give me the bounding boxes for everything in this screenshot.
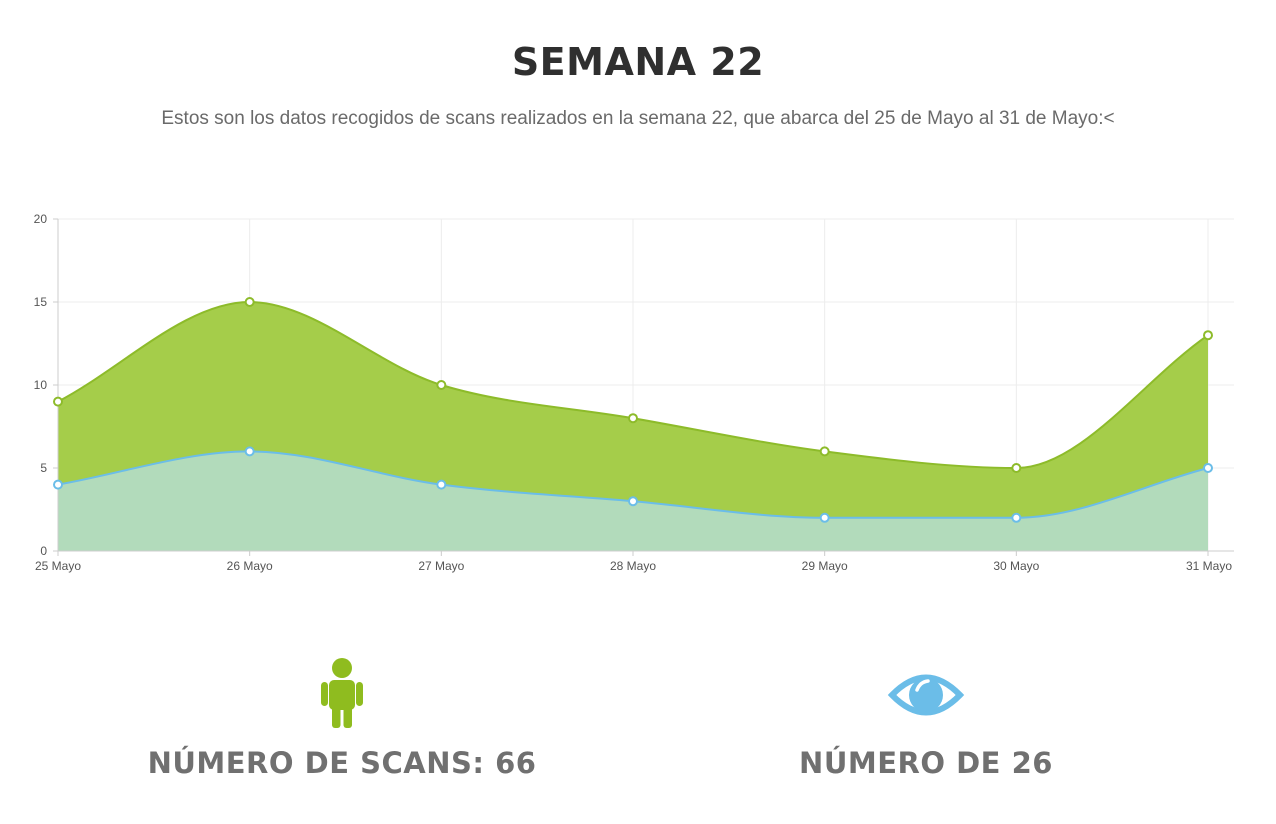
x-tick-label: 30 Mayo <box>993 559 1039 573</box>
stat-scans: NÚMERO DE SCANS: 66 <box>62 650 622 780</box>
series-0-point[interactable] <box>1203 330 1213 341</box>
x-tick-label: 26 Mayo <box>227 559 273 573</box>
series-0-point[interactable] <box>244 297 255 307</box>
series-0-point[interactable] <box>436 380 447 390</box>
series-0-point[interactable] <box>628 413 638 424</box>
x-tick-label: 31 Mayo <box>1186 559 1232 573</box>
scans-count-label: NÚMERO DE SCANS: 66 <box>147 746 537 780</box>
stat-views: NÚMERO DE 26 <box>646 650 1206 780</box>
eye-icon <box>887 674 965 716</box>
person-icon <box>321 658 363 728</box>
series-0-point[interactable] <box>1011 463 1022 473</box>
views-count-label: NÚMERO DE 26 <box>799 746 1053 780</box>
y-tick-label: 20 <box>34 212 48 226</box>
y-tick-label: 15 <box>34 295 48 309</box>
y-tick-label: 0 <box>40 544 47 558</box>
series-1-point[interactable] <box>436 479 447 490</box>
area-chart: 0 5 10 15 20 25 Mayo 26 Mayo 27 Mayo 28 Mayo 29 M… <box>34 212 1234 573</box>
series-1-point[interactable] <box>819 512 830 523</box>
x-tick-label: 27 Mayo <box>418 559 464 573</box>
series-1-point[interactable] <box>53 479 63 490</box>
series-0-point[interactable] <box>53 396 63 407</box>
series-0-point[interactable] <box>819 446 830 457</box>
y-tick-label: 10 <box>34 378 48 392</box>
y-tick-label: 5 <box>40 461 47 475</box>
x-tick-label: 28 Mayo <box>610 559 656 573</box>
series-1-point[interactable] <box>1011 512 1022 523</box>
series-1-point[interactable] <box>244 446 255 457</box>
series-1-point[interactable] <box>1203 463 1213 473</box>
x-tick-label: 25 Mayo <box>35 559 81 573</box>
series-1-point[interactable] <box>628 496 638 507</box>
x-tick-label: 29 Mayo <box>802 559 848 573</box>
